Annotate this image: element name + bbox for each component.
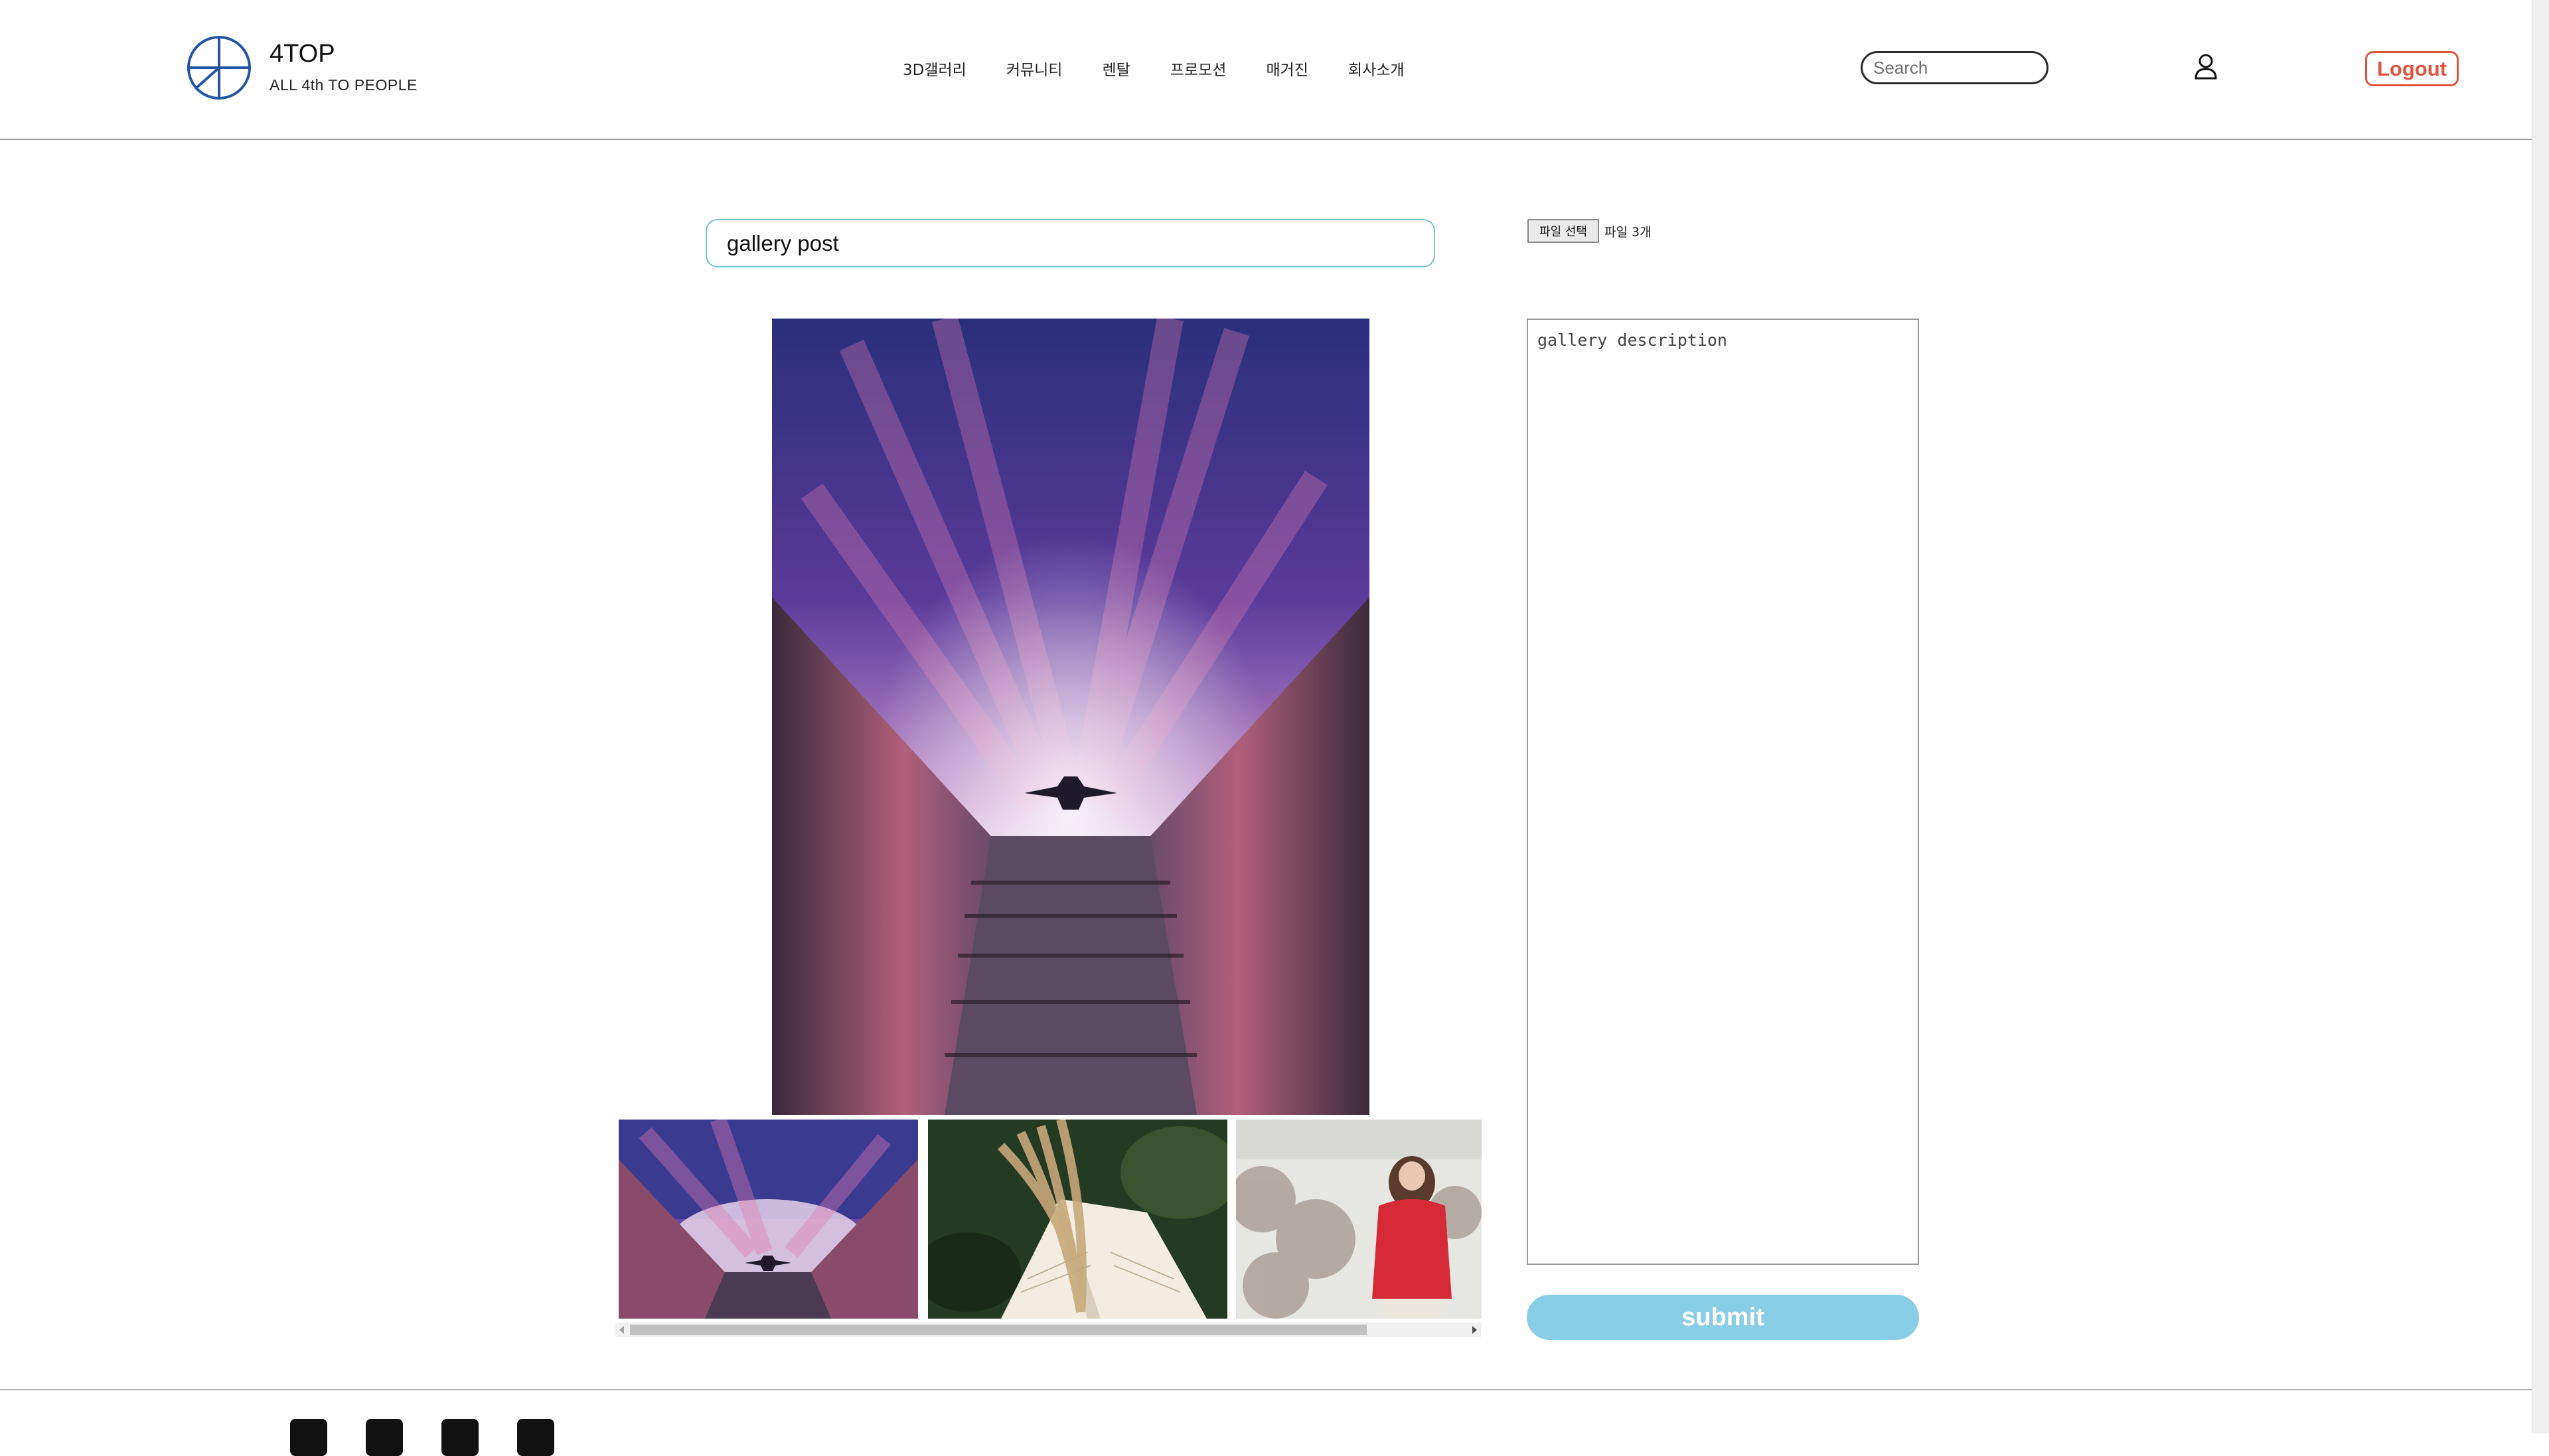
horizontal-scrollbar[interactable]	[615, 1323, 1481, 1337]
brand-name[interactable]: 4TOP	[270, 40, 335, 68]
vertical-scrollbar[interactable]	[2532, 0, 2549, 1433]
main-preview-image	[772, 319, 1369, 1115]
nav-item-community[interactable]: 커뮤니티	[1006, 57, 1063, 80]
scroll-right-arrow-icon[interactable]	[1472, 1326, 1477, 1334]
footer-divider	[0, 1389, 2532, 1390]
instagram-icon[interactable]	[366, 1419, 403, 1456]
scrollbar-thumb[interactable]	[630, 1325, 1367, 1335]
user-icon[interactable]	[2194, 53, 2218, 80]
main-nav: 3D갤러리 커뮤니티 렌탈 프로모션 매거진 회사소개	[903, 57, 1444, 80]
file-select-button[interactable]: 파일 선택	[1527, 219, 1599, 243]
youtube-icon[interactable]	[517, 1419, 554, 1456]
nav-item-about[interactable]: 회사소개	[1348, 57, 1405, 80]
submit-button[interactable]: submit	[1527, 1295, 1919, 1340]
thumbnail-strip[interactable]	[619, 1120, 1482, 1319]
thumbnail-3[interactable]	[1236, 1120, 1482, 1319]
nav-item-promotion[interactable]: 프로모션	[1170, 57, 1227, 80]
nav-item-magazine[interactable]: 매거진	[1266, 57, 1308, 80]
twitter-icon[interactable]	[441, 1419, 479, 1456]
scroll-left-arrow-icon[interactable]	[619, 1326, 624, 1334]
nav-item-3d-gallery[interactable]: 3D갤러리	[903, 57, 966, 80]
nav-item-rental[interactable]: 렌탈	[1102, 57, 1130, 80]
facebook-icon[interactable]	[290, 1419, 327, 1456]
site-header: 4TOP ALL 4th TO PEOPLE 3D갤러리 커뮤니티 렌탈 프로모…	[0, 0, 2532, 140]
description-textarea[interactable]: gallery description	[1527, 319, 1919, 1265]
logo-icon[interactable]	[186, 35, 252, 101]
thumbnail-1[interactable]	[619, 1120, 918, 1319]
logout-button[interactable]: Logout	[2365, 51, 2459, 86]
file-count-label: 파일 3개	[1604, 225, 1652, 240]
search-input[interactable]	[1861, 51, 2048, 84]
thumbnail-2[interactable]	[928, 1120, 1227, 1319]
title-input[interactable]	[706, 219, 1435, 267]
brand-tagline: ALL 4th TO PEOPLE	[270, 76, 418, 94]
